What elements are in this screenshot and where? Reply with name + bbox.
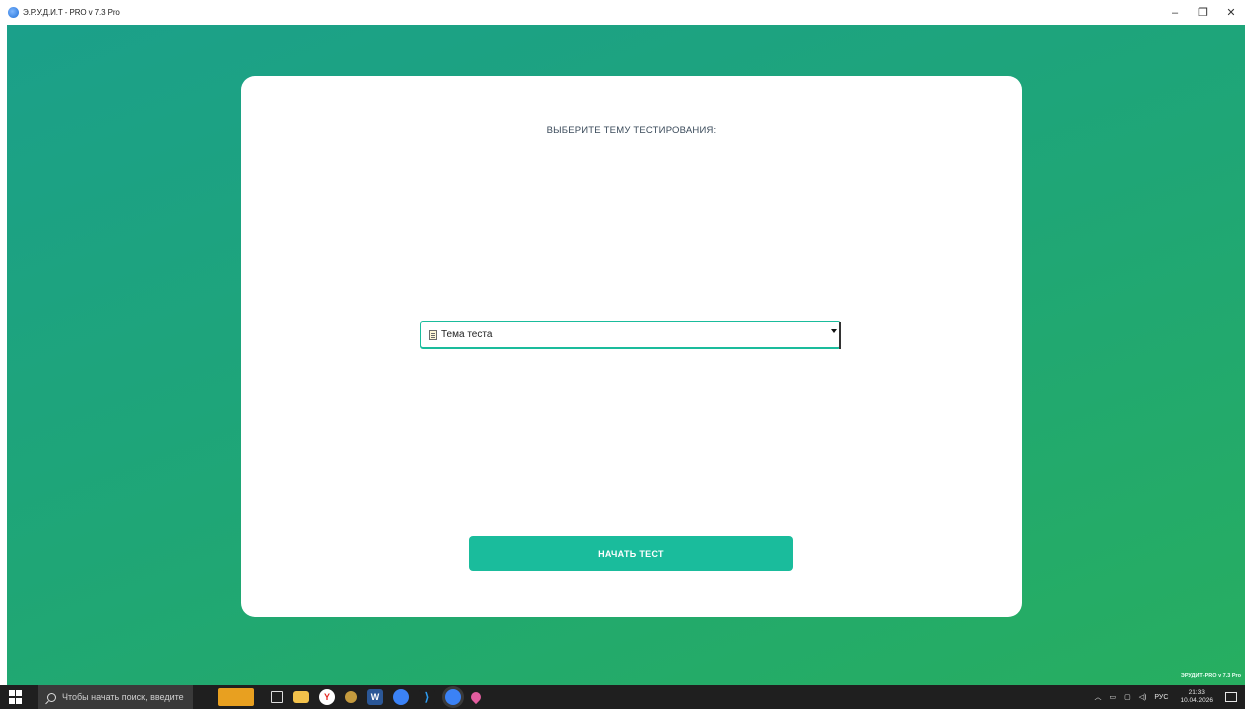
app-background: ВЫБЕРИТЕ ТЕМУ ТЕСТИРОВАНИЯ: Тема теста Н…: [7, 25, 1245, 685]
task-view-icon[interactable]: [271, 691, 283, 703]
volume-icon[interactable]: ◁): [1139, 693, 1147, 701]
test-selection-card: ВЫБЕРИТЕ ТЕМУ ТЕСТИРОВАНИЯ: Тема теста Н…: [241, 76, 1022, 617]
clock-date: 10.04.2026: [1180, 697, 1213, 704]
app-icon: [8, 7, 19, 18]
close-button[interactable]: ✕: [1217, 0, 1245, 25]
topic-select-value: Тема теста: [441, 329, 493, 340]
topic-select[interactable]: Тема теста: [420, 321, 841, 349]
notepad-icon: [429, 329, 437, 340]
select-edge: [839, 322, 841, 349]
minimize-button[interactable]: –: [1161, 0, 1189, 25]
window-controls: – ❐ ✕: [1161, 0, 1245, 25]
clock-time: 21:33: [1188, 689, 1205, 696]
search-placeholder: Чтобы начать поиск, введите: [62, 692, 184, 702]
erudit-active-icon[interactable]: [445, 689, 461, 705]
clock[interactable]: 21:33 10.04.2026: [1180, 689, 1213, 705]
chevron-up-icon[interactable]: ︿: [1094, 692, 1101, 702]
system-tray: ︿ ▭ ▢ ◁) РУС 21:33 10.04.2026: [1090, 685, 1245, 709]
erudit-icon[interactable]: [393, 689, 409, 705]
word-icon[interactable]: W: [367, 689, 383, 705]
search-icon: [47, 692, 56, 702]
title-bar: Э.Р.У.Д.И.Т - PRO v 7.3 Pro – ❐ ✕: [0, 0, 1245, 25]
taskbar-search[interactable]: Чтобы начать поиск, введите: [38, 685, 193, 709]
language-indicator[interactable]: РУС: [1154, 694, 1168, 701]
maps-icon[interactable]: [468, 689, 484, 705]
network-icon[interactable]: ▢: [1124, 693, 1131, 701]
window-title: Э.Р.У.Д.И.Т - PRO v 7.3 Pro: [23, 8, 120, 17]
vscode-icon[interactable]: ⟩: [419, 689, 435, 705]
maximize-button[interactable]: ❐: [1189, 0, 1217, 25]
chevron-down-icon[interactable]: [831, 329, 837, 333]
version-watermark: ЭРУДИТ-PRO v 7.3 Pro: [1180, 673, 1241, 679]
windows-start-icon[interactable]: [9, 690, 23, 704]
battery-icon[interactable]: ▭: [1109, 693, 1116, 701]
start-test-button[interactable]: НАЧАТЬ ТЕСТ: [469, 536, 793, 571]
yandex-browser-icon[interactable]: Y: [319, 689, 335, 705]
app-icon[interactable]: [345, 691, 357, 703]
taskbar: Чтобы начать поиск, введите Y W ⟩ ︿ ▭ ▢ …: [0, 685, 1245, 709]
file-explorer-icon[interactable]: [293, 691, 309, 703]
page-title: ВЫБЕРИТЕ ТЕМУ ТЕСТИРОВАНИЯ:: [546, 125, 717, 136]
notification-icon[interactable]: [1225, 692, 1237, 702]
cat-app-icon[interactable]: [218, 688, 254, 706]
